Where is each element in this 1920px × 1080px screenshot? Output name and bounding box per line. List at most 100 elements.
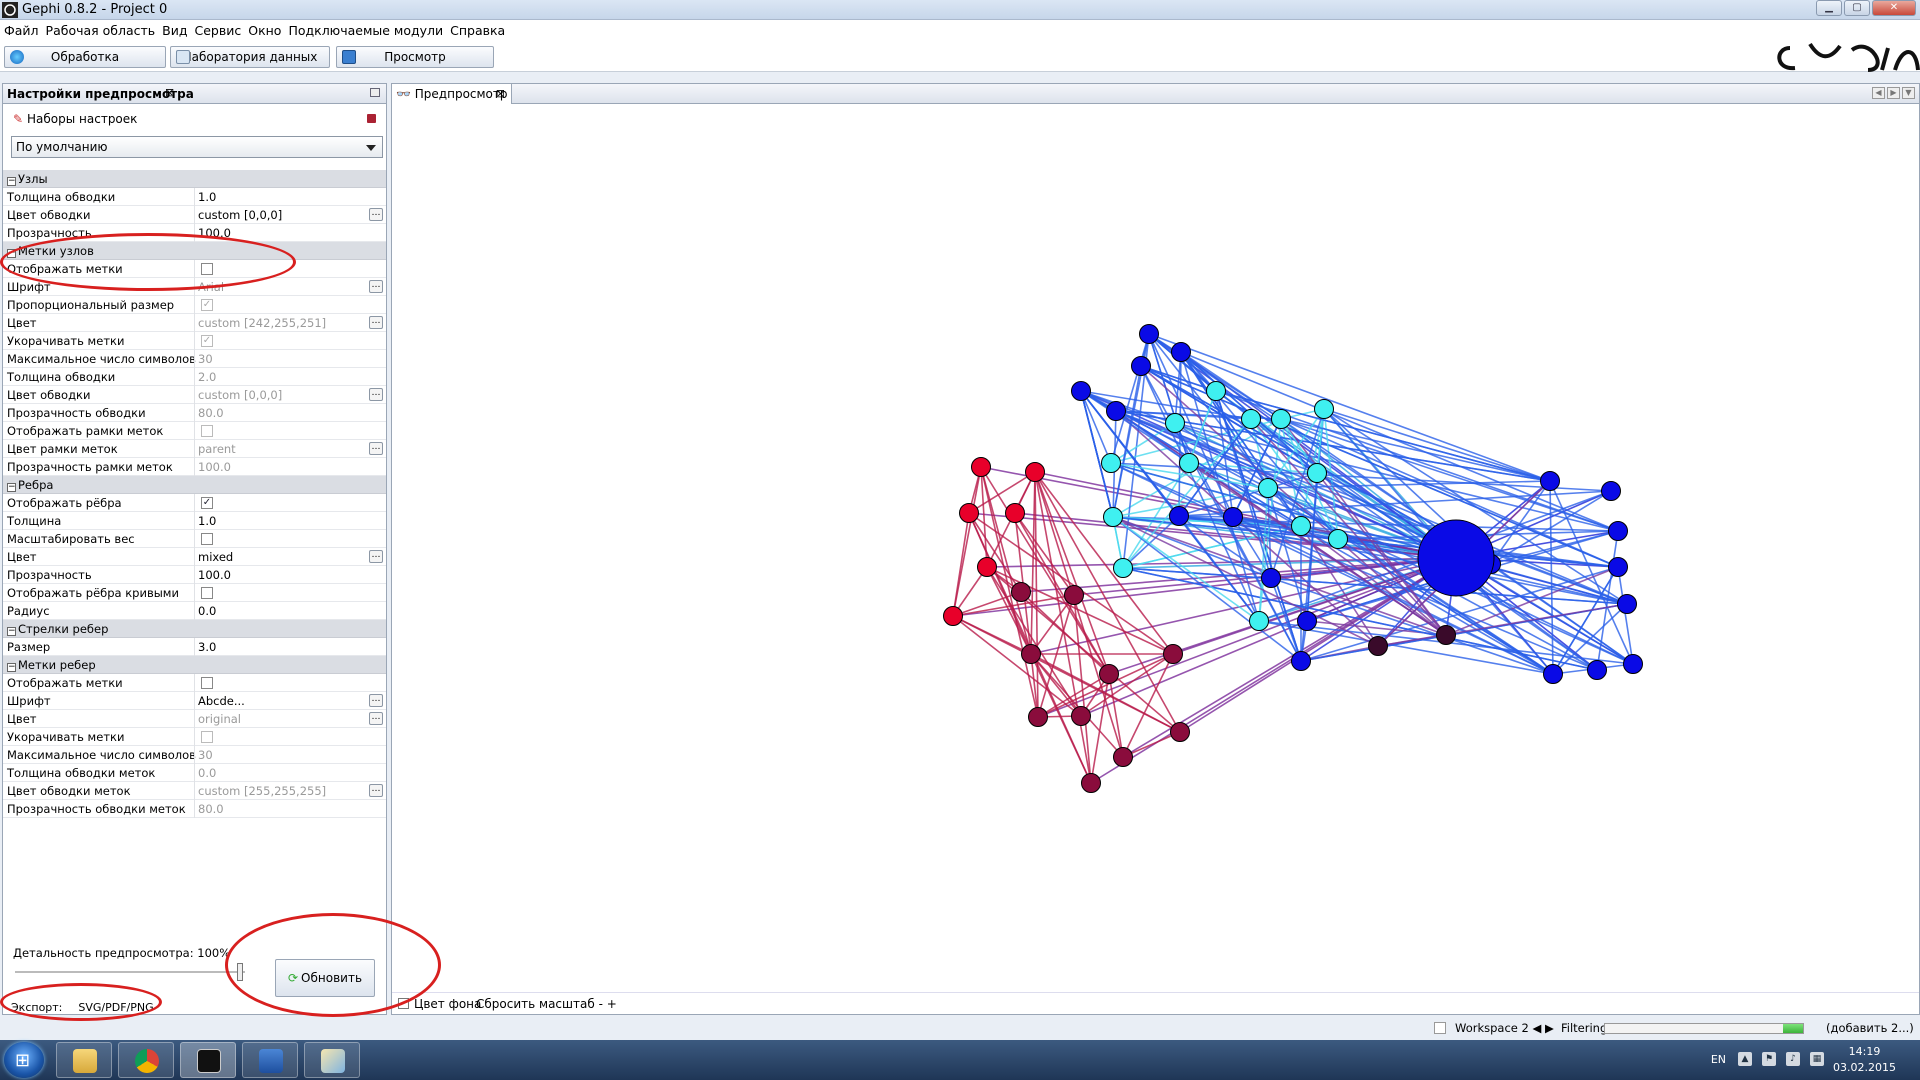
property-row[interactable]: Масштабировать вес [3, 530, 386, 548]
property-value[interactable]: Arial [198, 280, 224, 294]
taskbar-gephi[interactable] [180, 1042, 236, 1078]
ellipsis-button[interactable]: … [369, 388, 383, 401]
menu-window[interactable]: Окно [248, 20, 288, 40]
property-value[interactable]: 3.0 [198, 640, 216, 654]
property-row[interactable]: Отображать метки [3, 674, 386, 692]
network-icon[interactable]: ▦ [1810, 1052, 1824, 1066]
close-button[interactable]: ✕ [1872, 0, 1916, 16]
ellipsis-button[interactable]: … [369, 550, 383, 563]
tab-preview[interactable]: 👓 Предпросмотр ⊠ [392, 84, 512, 104]
clock[interactable]: 14:19 03.02.2015 [1833, 1044, 1896, 1076]
menu-help[interactable]: Справка [450, 20, 512, 40]
preset-dropdown[interactable]: По умолчанию [11, 136, 383, 158]
property-value[interactable]: 0.0 [198, 604, 216, 618]
property-row[interactable]: Толщина 1.0 [3, 512, 386, 530]
ellipsis-button[interactable]: … [369, 784, 383, 797]
property-value[interactable]: 80.0 [198, 406, 224, 420]
taskbar-word[interactable] [242, 1042, 298, 1078]
language-indicator[interactable]: EN [1711, 1053, 1726, 1066]
property-value[interactable]: custom [242,255,251] [198, 316, 326, 330]
ellipsis-button[interactable]: … [369, 442, 383, 455]
property-value[interactable]: 100.0 [198, 460, 231, 474]
ellipsis-button[interactable]: … [369, 694, 383, 707]
property-checkbox[interactable]: ✓ [201, 497, 213, 509]
property-row[interactable]: Прозрачность обводки 80.0 [3, 404, 386, 422]
property-value[interactable]: 80.0 [198, 802, 224, 816]
property-value[interactable]: 30 [198, 748, 213, 762]
property-value[interactable]: 100.0 [198, 568, 231, 582]
taskbar-paint[interactable] [304, 1042, 360, 1078]
ellipsis-button[interactable]: … [369, 208, 383, 221]
property-value[interactable]: 0.0 [198, 766, 216, 780]
property-row[interactable]: Прозрачность рамки меток 100.0 [3, 458, 386, 476]
close-tab-icon[interactable]: ⊠ [496, 87, 505, 100]
maximize-button[interactable]: ▢ [1844, 0, 1870, 16]
tab-list-icon[interactable]: ▼ [1902, 87, 1915, 99]
flag-icon[interactable]: ⚑ [1762, 1052, 1776, 1066]
ellipsis-button[interactable]: … [369, 316, 383, 329]
refresh-button[interactable]: ⟳ Обновить [275, 959, 375, 997]
property-row[interactable]: Максимальное число символов 30 [3, 746, 386, 764]
property-row[interactable]: Отображать рамки меток [3, 422, 386, 440]
property-row[interactable]: Укорачивать метки [3, 728, 386, 746]
property-row[interactable]: Толщина обводки 1.0 [3, 188, 386, 206]
property-row[interactable]: Цвет обводки меток custom [255,255,255]… [3, 782, 386, 800]
property-row[interactable]: Цвет original… [3, 710, 386, 728]
property-value[interactable]: 100.0 [198, 226, 231, 240]
data-lab-button[interactable]: Лаборатория данных [170, 46, 330, 68]
menu-view[interactable]: Вид [162, 20, 194, 40]
workspace-label[interactable]: Workspace 2 ◀ ▶ [1455, 1021, 1554, 1035]
property-value[interactable]: 1.0 [198, 190, 216, 204]
property-value[interactable]: parent [198, 442, 236, 456]
property-row[interactable]: Укорачивать метки ✓ [3, 332, 386, 350]
bg-color-checkbox[interactable] [398, 998, 409, 1009]
property-checkbox[interactable] [201, 677, 213, 689]
property-checkbox[interactable] [201, 263, 213, 275]
scroll-left-icon[interactable]: ◀ [1872, 87, 1885, 99]
reset-zoom-button[interactable]: Сбросить масштаб - + [476, 997, 617, 1011]
ellipsis-button[interactable]: … [369, 712, 383, 725]
menu-file[interactable]: Файл [4, 20, 46, 40]
property-value[interactable]: custom [255,255,255] [198, 784, 326, 798]
property-value[interactable]: 30 [198, 352, 213, 366]
property-row[interactable]: Прозрачность обводки меток 80.0 [3, 800, 386, 818]
property-row[interactable]: Отображать метки [3, 260, 386, 278]
zoom-out-button[interactable]: - [599, 997, 603, 1011]
category-header[interactable]: − Метки ребер [3, 656, 386, 674]
slider-thumb[interactable] [237, 963, 243, 981]
property-row[interactable]: Размер 3.0 [3, 638, 386, 656]
volume-icon[interactable]: ♪ [1786, 1052, 1800, 1066]
menu-plugins[interactable]: Подключаемые модули [288, 20, 450, 40]
property-row[interactable]: Цвет обводки custom [0,0,0]… [3, 386, 386, 404]
property-value[interactable]: Abcde... [198, 694, 245, 708]
overview-button[interactable]: Обработка [4, 46, 166, 68]
property-checkbox[interactable] [201, 731, 213, 743]
property-row[interactable]: Толщина обводки меток 0.0 [3, 764, 386, 782]
category-header[interactable]: − Метки узлов [3, 242, 386, 260]
property-row[interactable]: Пропорциональный размер ✓ [3, 296, 386, 314]
scroll-right-icon[interactable]: ▶ [1887, 87, 1900, 99]
up-arrow-icon[interactable]: ▲ [1738, 1052, 1752, 1066]
preview-button[interactable]: Просмотр [336, 46, 494, 68]
property-row[interactable]: Толщина обводки 2.0 [3, 368, 386, 386]
property-row[interactable]: Максимальное число символов 30 [3, 350, 386, 368]
export-formats-link[interactable]: SVG/PDF/PNG [78, 1001, 153, 1014]
property-value[interactable]: 2.0 [198, 370, 216, 384]
menu-workspace[interactable]: Рабочая область [46, 20, 163, 40]
category-header[interactable]: − Узлы [3, 170, 386, 188]
minimize-panel-icon[interactable] [370, 88, 380, 97]
graph-canvas[interactable] [392, 104, 1919, 990]
property-row[interactable]: Шрифт Abcde...… [3, 692, 386, 710]
property-row[interactable]: Шрифт Arial… [3, 278, 386, 296]
property-row[interactable]: Цвет рамки меток parent… [3, 440, 386, 458]
property-row[interactable]: Цвет custom [242,255,251]… [3, 314, 386, 332]
property-value[interactable]: custom [0,0,0] [198, 208, 282, 222]
ellipsis-button[interactable]: … [369, 280, 383, 293]
property-checkbox[interactable]: ✓ [201, 299, 213, 311]
property-value[interactable]: 1.0 [198, 514, 216, 528]
taskbar-chrome[interactable] [118, 1042, 174, 1078]
property-row[interactable]: Отображать рёбра кривыми [3, 584, 386, 602]
property-row[interactable]: Цвет обводки custom [0,0,0]… [3, 206, 386, 224]
property-row[interactable]: Радиус 0.0 [3, 602, 386, 620]
save-preset-icon[interactable] [367, 114, 376, 123]
